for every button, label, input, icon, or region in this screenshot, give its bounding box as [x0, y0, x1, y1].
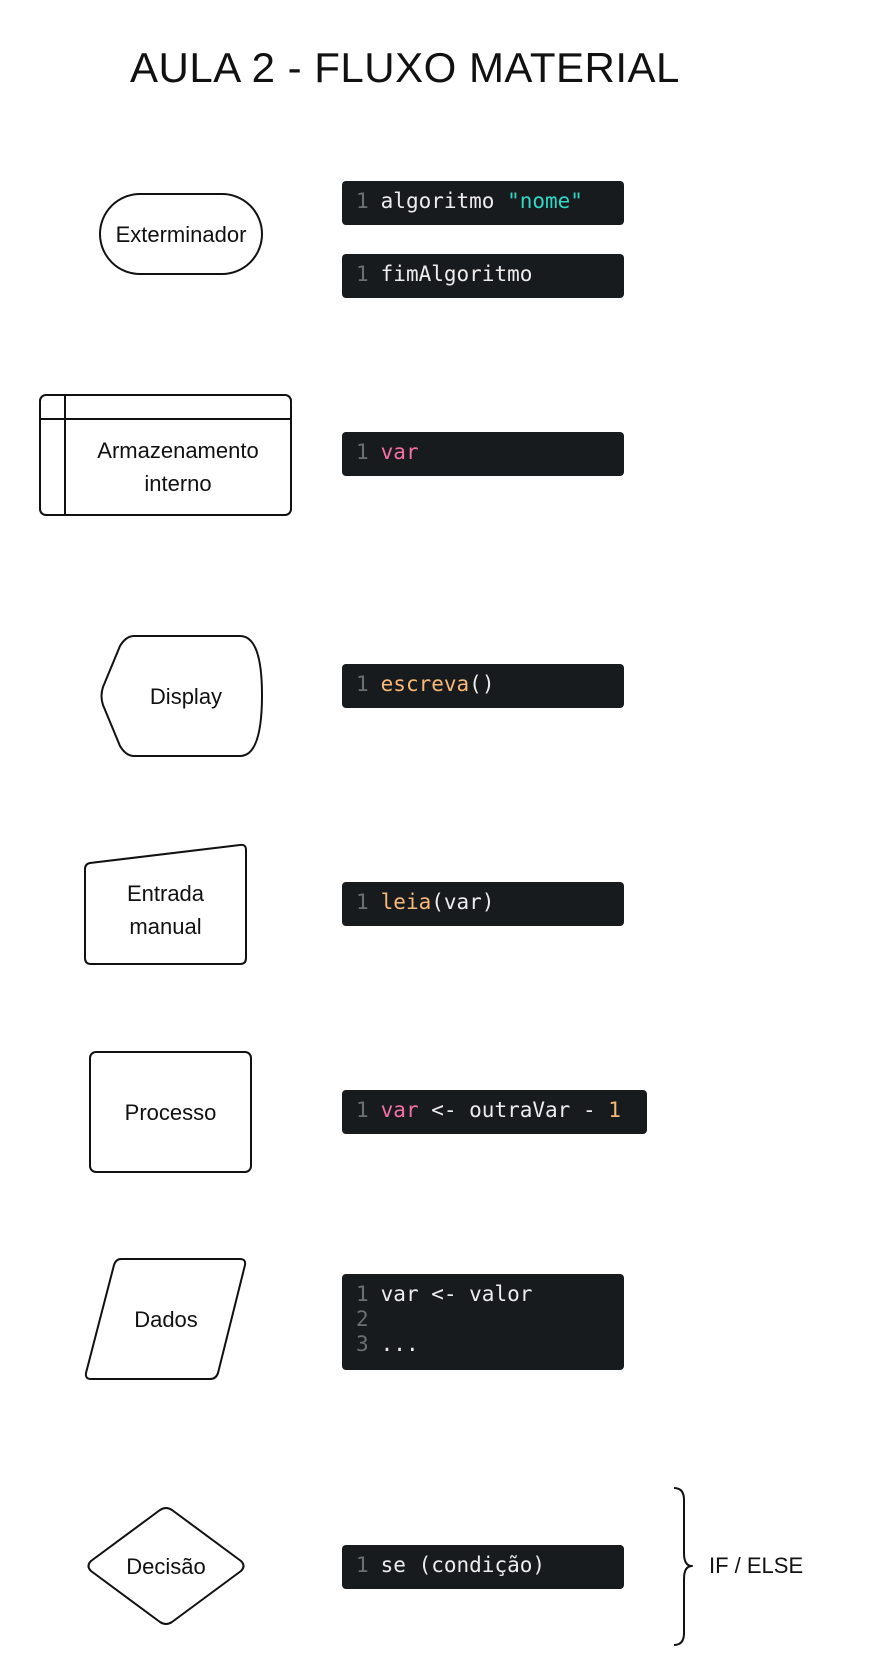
code-text: var <- valor — [380, 1282, 533, 1306]
code-args: (var) — [431, 890, 495, 914]
code-line: 1 algoritmo "nome" — [356, 189, 610, 214]
line-number: 1 — [356, 262, 369, 286]
code-line: 1 leia(var) — [356, 890, 610, 915]
internal-storage-label-line2: interno — [144, 471, 212, 496]
internal-storage-label: Armazenamento interno — [65, 419, 291, 515]
code-number-literal: 1 — [608, 1098, 621, 1122]
display-label: Display — [110, 636, 262, 756]
code-block-var: 1 var — [342, 432, 624, 476]
line-number: 3 — [356, 1332, 369, 1356]
decision-label-text: Decisão — [126, 1553, 206, 1579]
display-label-text: Display — [149, 683, 223, 709]
code-block-data: 1 var <- valor 2 3... — [342, 1274, 624, 1370]
code-block-escreva: 1 escreva() — [342, 664, 624, 708]
code-block-assignment: 1 var <- outraVar - 1 — [342, 1090, 647, 1134]
terminator-label: Exterminador — [100, 194, 262, 274]
code-block-se: 1 se (condição) — [342, 1545, 624, 1589]
code-keyword-var: var — [380, 440, 419, 464]
code-line: 3... — [356, 1332, 610, 1357]
code-block-leia: 1 leia(var) — [342, 882, 624, 926]
code-function-escreva: escreva — [380, 672, 470, 696]
process-label: Processo — [90, 1052, 251, 1172]
line-number: 1 — [356, 672, 369, 696]
code-keyword-var: var — [380, 1098, 419, 1122]
code-line: 1 var <- valor — [356, 1282, 610, 1307]
code-line: 1 fimAlgoritmo — [356, 262, 610, 287]
code-line: 2 — [356, 1307, 610, 1332]
decision-label: Decisão — [86, 1506, 246, 1626]
code-string-nome: "nome" — [507, 189, 583, 213]
flowchart-page: AULA 2 - FLUXO MATERIAL Exterminador Arm… — [0, 0, 870, 1680]
code-line: 1 se (condição) — [356, 1553, 610, 1578]
code-text-fim-algoritmo: fimAlgoritmo — [380, 262, 533, 286]
code-line: 1 var <- outraVar - 1 — [356, 1098, 633, 1123]
line-number: 1 — [356, 189, 369, 213]
code-line: 1 escreva() — [356, 672, 610, 697]
code-block-algoritmo: 1 algoritmo "nome" — [342, 181, 624, 225]
if-else-label: IF / ELSE — [709, 1553, 804, 1578]
code-function-leia: leia — [380, 890, 432, 914]
manual-input-label-line2: manual — [129, 914, 202, 939]
line-number: 1 — [356, 890, 369, 914]
line-number: 1 — [356, 1098, 369, 1122]
internal-storage-label-line1: Armazenamento — [97, 438, 259, 463]
code-keyword-algoritmo: algoritmo — [380, 189, 508, 213]
code-expression: <- outraVar - — [418, 1098, 609, 1122]
if-else-brace — [673, 1487, 693, 1646]
line-number: 1 — [356, 1282, 369, 1306]
code-parens: () — [469, 672, 495, 696]
code-text: ... — [380, 1332, 419, 1356]
data-label: Dados — [86, 1259, 246, 1379]
process-label-text: Processo — [124, 1099, 217, 1125]
code-block-fim-algoritmo: 1 fimAlgoritmo — [342, 254, 624, 298]
data-label-text: Dados — [134, 1306, 198, 1332]
line-number: 1 — [356, 1553, 369, 1577]
terminator-label-text: Exterminador — [115, 221, 247, 247]
line-number: 2 — [356, 1307, 369, 1331]
line-number: 1 — [356, 440, 369, 464]
manual-input-label: Entrada manual — [85, 856, 246, 964]
code-line: 1 var — [356, 440, 610, 465]
manual-input-label-line1: Entrada — [126, 881, 205, 906]
code-text-se: se (condição) — [380, 1553, 546, 1577]
